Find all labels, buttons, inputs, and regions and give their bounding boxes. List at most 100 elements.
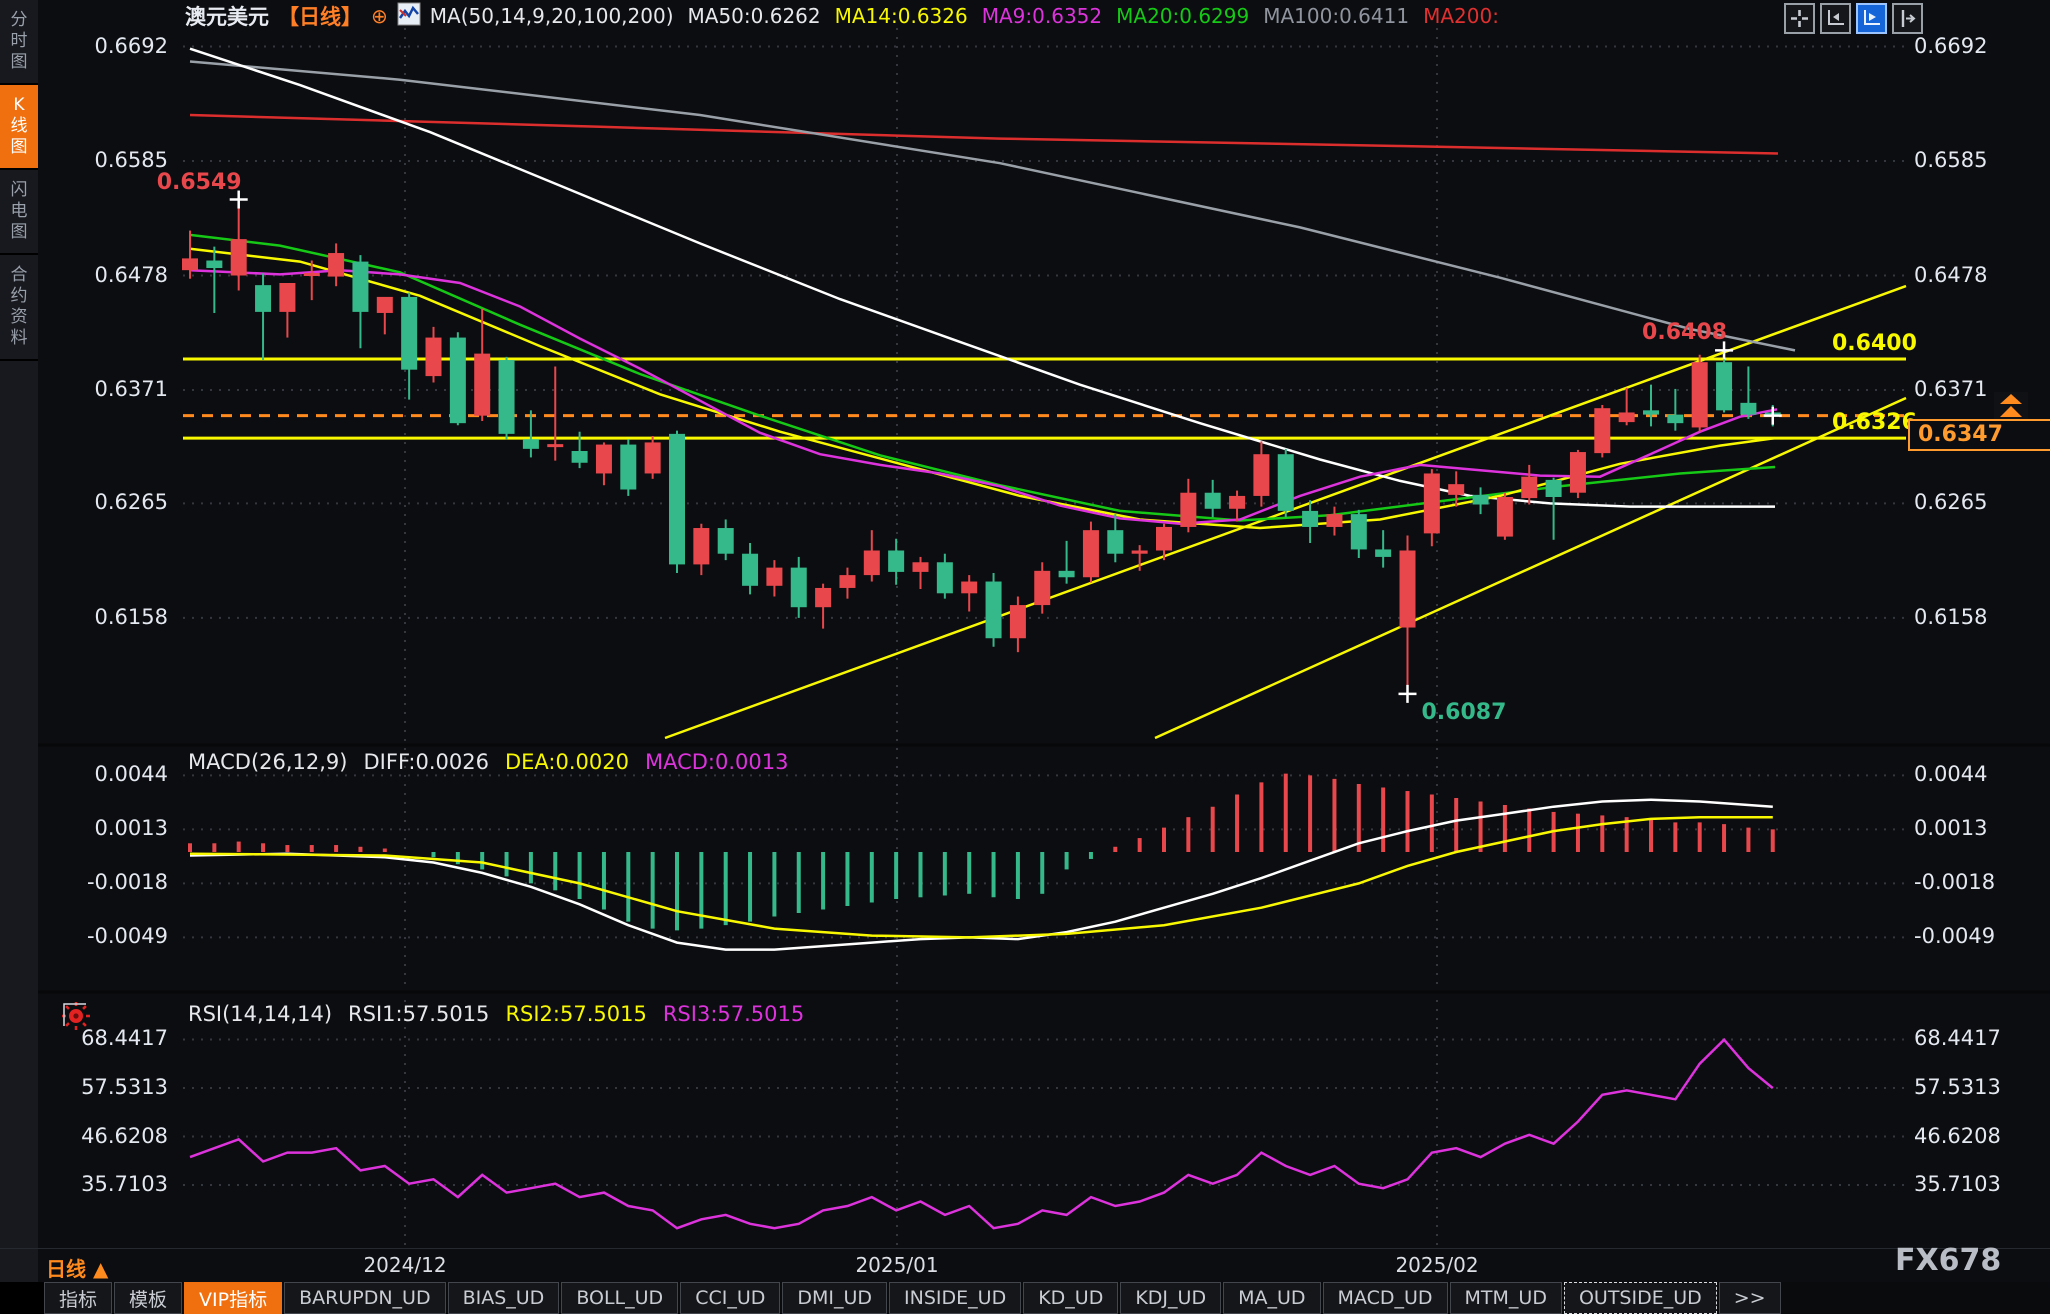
candle-body[interactable] xyxy=(1326,514,1342,527)
candlestick-chart-icon[interactable] xyxy=(397,2,421,30)
candle-body[interactable] xyxy=(206,261,222,268)
ma100-line xyxy=(190,62,1795,351)
candle-body[interactable] xyxy=(913,562,929,572)
candle-body[interactable] xyxy=(1448,484,1464,495)
candle-body[interactable] xyxy=(182,258,198,270)
candle-body[interactable] xyxy=(1107,530,1123,554)
sidebar-item-2[interactable]: 闪电图 xyxy=(0,170,38,255)
axis-scale-play-icon[interactable] xyxy=(1856,3,1887,34)
candle-body[interactable] xyxy=(450,338,466,424)
rsi-panel-header: RSI(14,14,14) RSI1:57.5015 RSI2:57.5015 … xyxy=(188,1002,804,1026)
indicator-tab-OUTSIDEUD[interactable]: OUTSIDE_UD xyxy=(1564,1282,1717,1314)
indicator-tab-[interactable]: 模板 xyxy=(114,1282,182,1314)
candle-body[interactable] xyxy=(1667,415,1683,424)
candle-body[interactable] xyxy=(1180,493,1196,527)
candle-body[interactable] xyxy=(1692,362,1708,427)
candle-body[interactable] xyxy=(766,568,782,586)
candle-body[interactable] xyxy=(986,582,1002,639)
candle-body[interactable] xyxy=(572,451,588,463)
candle-body[interactable] xyxy=(742,554,758,586)
indicator-tab-KDJUD[interactable]: KDJ_UD xyxy=(1120,1282,1221,1314)
indicator-tab-[interactable]: 指标 xyxy=(44,1282,112,1314)
candle-body[interactable] xyxy=(1424,473,1440,533)
indicator-tab-BIASUD[interactable]: BIAS_UD xyxy=(448,1282,560,1314)
candle-body[interactable] xyxy=(1253,454,1269,496)
candle-body[interactable] xyxy=(669,434,685,565)
candle-body[interactable] xyxy=(377,297,393,313)
circle-plus-icon[interactable]: ⊕ xyxy=(371,4,388,28)
indicator-tab-VIP[interactable]: VIP指标 xyxy=(184,1282,282,1314)
candle-body[interactable] xyxy=(1205,493,1221,509)
chart-canvas[interactable] xyxy=(0,0,2050,1314)
sidebar-item-1[interactable]: K线图 xyxy=(0,85,38,170)
candle-body[interactable] xyxy=(1643,410,1659,414)
candle-body[interactable] xyxy=(1375,549,1391,556)
date-axis-label: 2025/01 xyxy=(855,1253,938,1277)
candle-body[interactable] xyxy=(596,445,612,474)
indicator-tab-DMIUD[interactable]: DMI_UD xyxy=(782,1282,887,1314)
indicator-tab-CCIUD[interactable]: CCI_UD xyxy=(680,1282,780,1314)
candle-body[interactable] xyxy=(352,262,368,312)
rsi-axis-tick: 68.4417 xyxy=(38,1026,168,1050)
candle-body[interactable] xyxy=(1570,452,1586,493)
candle-body[interactable] xyxy=(1619,412,1635,422)
extreme-price-label: 0.6408 xyxy=(1642,320,1727,345)
candle-body[interactable] xyxy=(1400,551,1416,628)
indicator-tab-MACDUD[interactable]: MACD_UD xyxy=(1323,1282,1448,1314)
candle-body[interactable] xyxy=(1351,514,1367,549)
candle-body[interactable] xyxy=(474,354,490,416)
candle-body[interactable] xyxy=(279,283,295,312)
candle-body[interactable] xyxy=(1034,571,1050,605)
axis-shift-icon[interactable] xyxy=(1892,3,1923,34)
candle-body[interactable] xyxy=(499,360,515,434)
candle-body[interactable] xyxy=(791,568,807,608)
indicator-tab->>[interactable]: >> xyxy=(1719,1282,1781,1314)
candle-body[interactable] xyxy=(255,285,271,312)
candle-body[interactable] xyxy=(1229,496,1245,509)
candle-body[interactable] xyxy=(1473,495,1489,505)
candle-body[interactable] xyxy=(1594,408,1610,453)
candle-body[interactable] xyxy=(645,442,661,473)
candle-body[interactable] xyxy=(1010,605,1026,638)
indicator-tab-INSIDEUD[interactable]: INSIDE_UD xyxy=(889,1282,1021,1314)
candle-body[interactable] xyxy=(1156,527,1172,551)
candle-body[interactable] xyxy=(1521,477,1537,498)
macd-axis-tick: -0.0018 xyxy=(38,870,168,894)
candle-body[interactable] xyxy=(328,253,344,277)
indicator-tab-KDUD[interactable]: KD_UD xyxy=(1023,1282,1118,1314)
sidebar-item-3[interactable]: 合约资料 xyxy=(0,255,38,361)
indicator-tab-BARUPDNUD[interactable]: BARUPDN_UD xyxy=(284,1282,445,1314)
candle-body[interactable] xyxy=(1278,454,1294,511)
candle-body[interactable] xyxy=(864,551,880,576)
candle-body[interactable] xyxy=(231,239,247,275)
period-selector[interactable]: 日线 ▲ xyxy=(46,1253,108,1282)
candle-body[interactable] xyxy=(1740,403,1756,415)
candle-body[interactable] xyxy=(523,439,539,449)
candle-body[interactable] xyxy=(961,582,977,594)
candle-body[interactable] xyxy=(1302,511,1318,527)
crosshair-pan-icon[interactable] xyxy=(1784,3,1815,34)
indicator-tab-MAUD[interactable]: MA_UD xyxy=(1223,1282,1320,1314)
candle-body[interactable] xyxy=(1546,480,1562,497)
alarm-icon-ray xyxy=(83,1023,86,1026)
candle-body[interactable] xyxy=(1132,551,1148,554)
candle-body[interactable] xyxy=(620,445,636,490)
date-axis-label: 2025/02 xyxy=(1395,1253,1478,1277)
candle-body[interactable] xyxy=(1083,530,1099,577)
candle-body[interactable] xyxy=(839,575,855,588)
candle-body[interactable] xyxy=(937,562,953,593)
candle-body[interactable] xyxy=(815,588,831,607)
candle-body[interactable] xyxy=(1716,362,1732,410)
candle-body[interactable] xyxy=(888,551,904,572)
candle-body[interactable] xyxy=(693,528,709,564)
candle-body[interactable] xyxy=(401,297,417,370)
indicator-tab-BOLLUD[interactable]: BOLL_UD xyxy=(561,1282,678,1314)
candle-body[interactable] xyxy=(426,338,442,377)
sidebar-item-0[interactable]: 分时图 xyxy=(0,0,38,85)
candle-body[interactable] xyxy=(1497,497,1513,537)
candle-body[interactable] xyxy=(1059,571,1075,577)
axis-scale-left-icon[interactable] xyxy=(1820,3,1851,34)
trendline[interactable] xyxy=(1155,398,1906,738)
indicator-tab-MTMUD[interactable]: MTM_UD xyxy=(1450,1282,1562,1314)
candle-body[interactable] xyxy=(718,528,734,554)
